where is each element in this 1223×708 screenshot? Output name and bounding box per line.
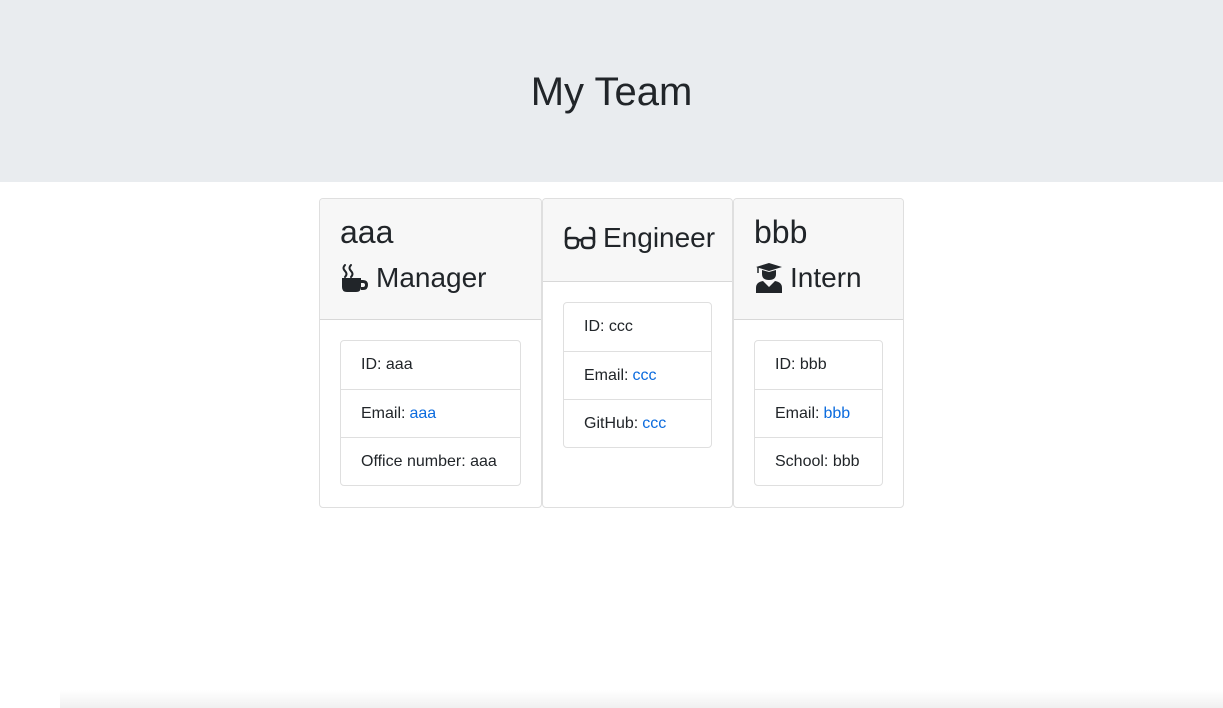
manager-card-body: ID: aaa Email: aaa Office number: aaa xyxy=(320,320,541,506)
github-label: GitHub: xyxy=(584,414,639,432)
school-label: School: xyxy=(775,452,829,470)
role-label: Intern xyxy=(790,262,862,293)
id-value: aaa xyxy=(385,356,413,373)
email-label: Email: xyxy=(361,404,406,422)
email-link[interactable]: ccc xyxy=(632,367,656,385)
email-link[interactable]: bbb xyxy=(823,405,850,423)
list-item-id: ID: ccc xyxy=(564,303,711,351)
list-item-email: Email: aaa xyxy=(341,389,520,437)
employee-name: aaa xyxy=(340,214,394,250)
id-label: ID: xyxy=(775,356,796,373)
office-label: Office number: xyxy=(361,452,466,470)
engineer-card-body: ID: ccc Email: ccc GitHub: ccc xyxy=(543,282,732,468)
id-value: bbb xyxy=(799,356,827,373)
manager-card-header: aaa Manager xyxy=(320,199,541,320)
engineer-card-header: Engineer xyxy=(543,199,732,282)
intern-card-header: bbb Intern xyxy=(734,199,903,320)
list-item-office: Office number: aaa xyxy=(341,437,520,485)
email-label: Email: xyxy=(775,404,820,422)
role-label: Manager xyxy=(376,262,487,293)
id-label: ID: xyxy=(361,356,382,373)
glasses-icon xyxy=(563,222,597,254)
list-item-email: Email: bbb xyxy=(755,389,882,437)
team-cards: aaa Manager ID: aaa Email: aaa Office nu… xyxy=(319,198,904,508)
mug-icon xyxy=(340,262,370,294)
id-label: ID: xyxy=(584,318,605,335)
id-value: ccc xyxy=(608,318,633,335)
intern-card: bbb Intern ID: bbb Email: bbb School: bb… xyxy=(733,198,904,508)
email-label: Email: xyxy=(584,366,629,384)
list-item-school: School: bbb xyxy=(755,437,882,485)
office-value: aaa xyxy=(470,452,497,470)
github-link[interactable]: ccc xyxy=(642,415,666,433)
list-item-id: ID: aaa xyxy=(341,341,520,389)
list-item-github: GitHub: ccc xyxy=(564,399,711,447)
employee-details: ID: ccc Email: ccc GitHub: ccc xyxy=(563,302,712,448)
employee-name: bbb xyxy=(754,214,808,250)
graduate-icon xyxy=(754,262,784,294)
list-item-id: ID: bbb xyxy=(755,341,882,389)
engineer-card: Engineer ID: ccc Email: ccc GitHub: ccc xyxy=(542,198,733,508)
employee-role: Manager xyxy=(340,261,521,295)
role-label: Engineer xyxy=(603,222,716,253)
employee-details: ID: aaa Email: aaa Office number: aaa xyxy=(340,340,521,486)
email-link[interactable]: aaa xyxy=(409,405,436,423)
list-item-email: Email: ccc xyxy=(564,351,711,399)
employee-role: Engineer xyxy=(563,221,716,255)
manager-card: aaa Manager ID: aaa Email: aaa Office nu… xyxy=(319,198,542,508)
page-header: My Team xyxy=(0,0,1223,182)
page-title: My Team xyxy=(530,70,693,114)
bottom-shadow xyxy=(60,690,1223,708)
intern-card-body: ID: bbb Email: bbb School: bbb xyxy=(734,320,903,506)
employee-details: ID: bbb Email: bbb School: bbb xyxy=(754,340,883,486)
employee-role: Intern xyxy=(754,261,883,295)
school-value: bbb xyxy=(832,452,860,470)
